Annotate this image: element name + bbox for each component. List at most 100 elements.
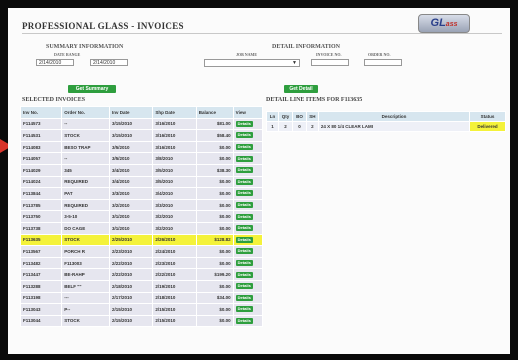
- table-cell: 2/17/2010: [108, 291, 154, 305]
- view-cell: Details: [232, 314, 264, 328]
- invoice-row[interactable]: F114029 345 3/4/2010 3/5/2010 $38.30 Details: [19, 163, 264, 177]
- invoice-row[interactable]: F113482 F113003 2/22/2010 2/23/2010 $0.00 Det…: [19, 256, 264, 270]
- table-cell: 3/5/2010: [152, 163, 197, 177]
- invoice-row[interactable]: F114573 -- 3/15/2010 3/16/2010 $81.00 Details: [19, 117, 264, 131]
- view-cell: Details: [232, 129, 264, 142]
- invoice-row[interactable]: F113447 BE-RAHP 2/22/2010 2/22/2010 $199.20 D…: [19, 268, 264, 281]
- view-cell: Details: [232, 140, 264, 154]
- invoice-row[interactable]: F114083 BESO TRAP 3/5/2010 3/16/2010 $0.00 De…: [19, 140, 264, 154]
- details-button[interactable]: Details: [235, 294, 253, 301]
- table-cell: 2/15/2010: [108, 303, 154, 316]
- details-button[interactable]: Details: [235, 167, 253, 174]
- details-button[interactable]: Details: [235, 248, 253, 255]
- table-cell: P--: [61, 303, 110, 316]
- table-cell: $38.30: [195, 163, 234, 177]
- table-cell: 3/8/2010: [152, 152, 197, 165]
- column-header: View: [232, 106, 264, 119]
- table-cell: $199.20: [195, 268, 234, 281]
- details-button[interactable]: Details: [235, 225, 253, 232]
- invoice-row[interactable]: F113785 REQUIRED 3/2/2010 3/3/2010 $0.00 Deta…: [19, 198, 264, 212]
- table-cell: --: [61, 152, 110, 165]
- invoice-row[interactable]: F113567 PORCH R 2/23/2010 2/24/2010 $0.00 Det…: [19, 245, 264, 258]
- get-summary-button[interactable]: Get Summary: [68, 85, 116, 93]
- invoice-no-input[interactable]: [311, 59, 349, 66]
- table-cell: BELF "": [61, 279, 110, 293]
- view-cell: Details: [232, 210, 264, 223]
- invoice-row[interactable]: F113844 PAT 3/3/2010 3/4/2010 $0.00 Details: [19, 187, 264, 200]
- details-button[interactable]: Details: [235, 213, 253, 220]
- details-button[interactable]: Details: [235, 202, 253, 209]
- table-cell: F114531: [19, 129, 63, 142]
- table-cell: 3/3/2010: [152, 198, 197, 212]
- line-items-table: Ln Qty BO SH Description Status 1 2 0 2 24 X 80 1…: [266, 111, 506, 132]
- invoice-row[interactable]: F114024 REQUIRED 3/4/2010 3/5/2010 $0.00 Deta…: [19, 175, 264, 189]
- details-button[interactable]: Details: [235, 120, 253, 127]
- table-cell: 3/2/2010: [152, 210, 197, 223]
- table-cell: F113844: [19, 187, 63, 200]
- invoice-row[interactable]: F113198 --- 2/17/2010 2/18/2010 $34.00 Detail…: [19, 291, 264, 305]
- page-title: PROFESSIONAL GLASS - INVOICES: [22, 21, 184, 31]
- chevron-down-icon: ▼: [292, 61, 297, 66]
- table-cell: F114573: [19, 117, 63, 131]
- table-cell: 345: [61, 163, 110, 177]
- details-button[interactable]: Details: [235, 283, 253, 290]
- detail-heading: DETAIL INFORMATION: [272, 44, 340, 50]
- view-cell: Details: [232, 303, 264, 316]
- table-cell: 2/26/2010: [152, 233, 197, 247]
- table-cell: PAT: [61, 187, 110, 200]
- view-cell: Details: [232, 187, 264, 200]
- table-cell: 3/5/2010: [108, 140, 154, 154]
- invoice-row[interactable]: F113043 P-- 2/15/2010 2/15/2010 $0.00 Details: [19, 303, 264, 316]
- details-button[interactable]: Details: [235, 260, 253, 267]
- line-items-header-row: Ln Qty BO SH Description Status: [266, 111, 506, 122]
- column-header: Description: [317, 111, 471, 122]
- invoice-row[interactable]: F113288 BELF "" 2/18/2010 2/19/2010 $0.00 Det…: [19, 279, 264, 293]
- invoice-row[interactable]: F113750 3-5-10 3/1/2010 3/2/2010 $0.00 Detail…: [19, 210, 264, 223]
- column-header: SH: [305, 111, 319, 122]
- table-cell: REQUIRED: [61, 175, 110, 189]
- order-no-input[interactable]: [364, 59, 402, 66]
- job-name-dropdown[interactable]: ▼: [204, 59, 300, 67]
- column-header: Qty: [277, 111, 293, 122]
- table-cell: 2/22/2010: [152, 268, 197, 281]
- table-cell: 3/3/2010: [108, 187, 154, 200]
- table-cell: 1: [266, 121, 279, 132]
- invoice-row[interactable]: F114531 STOCK 3/15/2010 3/16/2010 $58.40 Deta…: [19, 129, 264, 142]
- invoice-row[interactable]: F113635 STOCK 2/25/2010 2/26/2010 $128.82 Det…: [19, 233, 264, 247]
- table-cell: $81.00: [195, 117, 234, 131]
- details-button[interactable]: Details: [235, 178, 253, 185]
- column-header: Shp Date: [152, 106, 197, 119]
- details-button[interactable]: Details: [235, 155, 253, 162]
- description-cell: 24 X 80 1/4 CLEAR LAMI: [317, 121, 471, 132]
- details-button[interactable]: Details: [235, 306, 253, 313]
- column-header: Order No.: [61, 106, 110, 119]
- details-button[interactable]: Details: [235, 317, 253, 324]
- invoice-row[interactable]: F113738 DO CAGE 3/1/2010 3/2/2010 $0.00 Detai…: [19, 221, 264, 235]
- view-cell: Details: [232, 279, 264, 293]
- table-cell: 2/24/2010: [152, 245, 197, 258]
- line-items-heading: DETAIL LINE ITEMS FOR F113635: [266, 97, 363, 103]
- view-cell: Details: [232, 198, 264, 212]
- table-cell: 3/16/2010: [152, 117, 197, 131]
- view-cell: Details: [232, 245, 264, 258]
- details-button[interactable]: Details: [235, 190, 253, 197]
- details-button[interactable]: Details: [235, 144, 253, 151]
- table-cell: 2: [277, 121, 293, 132]
- details-button[interactable]: Details: [235, 132, 253, 139]
- table-cell: F113738: [19, 221, 63, 235]
- invoice-row[interactable]: F114057 -- 3/5/2010 3/8/2010 $0.00 Details: [19, 152, 264, 165]
- details-button[interactable]: Details: [235, 271, 253, 278]
- table-cell: STOCK: [61, 233, 110, 247]
- column-header: Ln: [266, 111, 279, 122]
- table-cell: 3-5-10: [61, 210, 110, 223]
- details-button[interactable]: Details: [235, 236, 253, 243]
- invoice-row[interactable]: F113044 STOCK 2/15/2010 2/15/2010 $0.00 Detai…: [19, 314, 264, 328]
- table-cell: F113447: [19, 268, 63, 281]
- table-cell: 3/2/2010: [152, 221, 197, 235]
- date-from-input[interactable]: 2/14/2010: [36, 59, 74, 66]
- view-cell: Details: [232, 152, 264, 165]
- invoice-page: PROFESSIONAL GLASS - INVOICES GLass SUMM…: [8, 8, 510, 354]
- date-to-input[interactable]: 2/14/2010: [90, 59, 128, 66]
- get-detail-button[interactable]: Get Detail: [284, 85, 318, 93]
- table-cell: 2/22/2010: [108, 268, 154, 281]
